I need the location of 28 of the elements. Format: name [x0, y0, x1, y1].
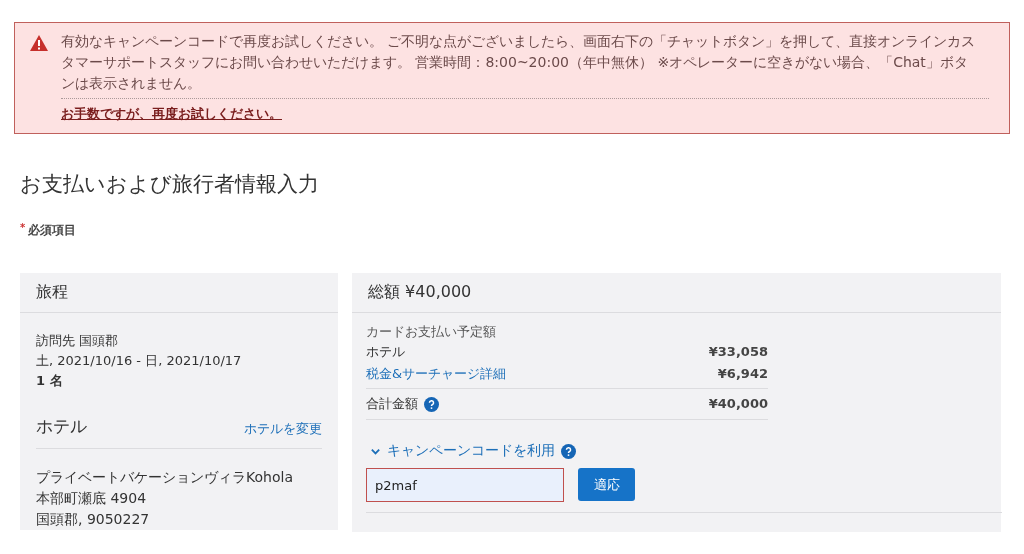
price-amount: ¥6,942 [717, 365, 768, 383]
apply-button[interactable]: 適応 [578, 468, 635, 501]
address-line: 本部町瀬底 4904 [36, 489, 148, 508]
alert-message: 有効なキャンペーンコードで再度お試しください。 ご不明な点がございましたら、画面右下の「チャットボタン」を押して、直接オンラインカスタマーサポートスタッフにお問い合わせいただけます。 営業時間：8:00~20:00（年中無休） ※オペレーターに空きがない場合、「Chat」ボタンは表示されません。 [61, 32, 977, 93]
price-label: 合計金額 [366, 395, 418, 413]
change-hotel-link[interactable]: ホテルを変更 [244, 420, 322, 438]
required-mark: * [20, 222, 26, 235]
required-label: 必須項目 [28, 222, 77, 239]
price-amount: ¥40,000 [708, 395, 768, 413]
campaign-toggle[interactable]: キャンペーンコードを利用 [366, 442, 555, 460]
payment-subtitle: カードお支払い予定額 [366, 323, 497, 341]
itinerary-line: 訪問先 国頭郡 [36, 332, 120, 350]
page-title: お支払いおよび旅行者情報入力 [20, 171, 320, 198]
address-line: プライベートバケーションヴィラKohola [36, 468, 294, 487]
retry-link[interactable]: お手数ですが、再度お試しください。 [61, 106, 282, 121]
itinerary-line: 土, 2021/10/16 - 日, 2021/10/17 [36, 352, 243, 370]
help-icon[interactable] [561, 443, 576, 459]
panel-title: 旅程 [20, 273, 338, 313]
price-amount: ¥33,058 [708, 343, 768, 361]
itinerary-line: 1 名 [36, 372, 64, 390]
campaign-code-field[interactable]: p2maf [366, 468, 564, 502]
tax-details-link[interactable]: 税金&サーチャージ詳細 [366, 363, 507, 385]
price-label: ホテル [366, 343, 405, 361]
total-title: 総額 ¥40,000 [352, 273, 1001, 313]
warning-icon [29, 34, 49, 52]
hotel-heading: ホテル [36, 415, 87, 438]
address-line: 国頭郡, 9050227 [36, 510, 151, 529]
help-icon[interactable] [424, 396, 439, 412]
